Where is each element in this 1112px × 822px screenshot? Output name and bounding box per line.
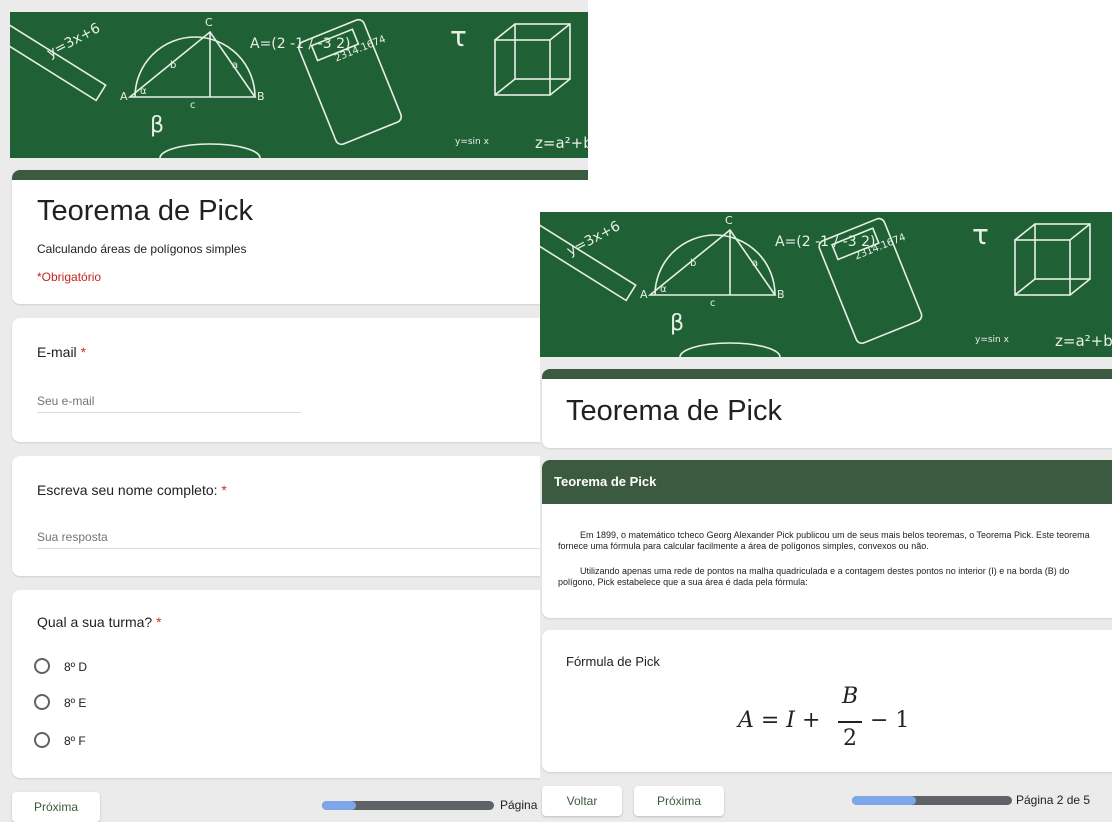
required-asterisk: *	[156, 614, 162, 630]
banner-text: A=(2 -1 / -3 2)	[250, 36, 350, 52]
banner-text: τ	[450, 20, 467, 53]
section-header: Teorema de Pick	[542, 460, 1112, 504]
chalkboard-illustration: y=3x+6 A=(2 -1 / -3 2) τ β C A B b a c α…	[10, 16, 588, 158]
form-page-2: y=3x+6 A=(2 -1 / -3 2) τ β C A B b a c α…	[540, 212, 1112, 822]
progress-fill	[322, 801, 357, 810]
banner-text: τ	[972, 218, 989, 251]
progress-bar	[322, 801, 494, 810]
radio-label-8e[interactable]: 8º E	[64, 696, 86, 710]
name-question-card: Escreva seu nome completo: * Sua respost…	[12, 456, 588, 576]
form-description: Calculando áreas de polígonos simples	[37, 242, 247, 256]
header-banner: y=3x+6 A=(2 -1 / -3 2) τ β C A B b a c α…	[540, 212, 1112, 357]
required-asterisk: *	[80, 344, 87, 360]
header-banner: y=3x+6 A=(2 -1 / -3 2) τ β C A B b a c α…	[10, 12, 588, 158]
formula-label: Fórmula de Pick	[566, 654, 660, 669]
banner-text: α	[140, 86, 147, 97]
formula-lhs: A = I +	[738, 708, 821, 733]
chalkboard-illustration: y=3x+6 A=(2 -1 / -3 2) τ β C A B b a c α…	[540, 214, 1112, 357]
page-indicator: Página 2 de 5	[1016, 793, 1091, 807]
section-paragraph-1: Em 1899, o matemático tcheco Georg Alexa…	[558, 530, 1090, 551]
section-paragraph-2: Utilizando apenas uma rede de pontos na …	[558, 566, 1070, 587]
radio-label-8d[interactable]: 8º D	[64, 660, 87, 674]
form-title: Teorema de Pick	[566, 395, 782, 427]
banner-text: z=a²+b	[1055, 332, 1112, 350]
required-asterisk: *	[221, 482, 227, 498]
title-card: Teorema de Pick	[542, 369, 1112, 448]
section-title: Teorema de Pick	[554, 474, 657, 489]
next-button[interactable]: Próxima	[12, 792, 100, 822]
section-card: Teorema de Pick Em 1899, o matemático tc…	[542, 460, 1112, 618]
banner-text: a	[232, 60, 238, 71]
banner-text: y=3x+6	[564, 218, 623, 259]
formula-card: Fórmula de Pick A = I + B 2 − 1	[542, 630, 1112, 772]
banner-text: y=sin x	[975, 335, 1010, 345]
formula-numerator: B	[842, 684, 859, 709]
radio-8f[interactable]	[34, 732, 50, 748]
radio-label-8f[interactable]: 8º F	[64, 734, 86, 748]
radio-8d[interactable]	[34, 658, 50, 674]
fraction-bar	[838, 721, 862, 723]
banner-text: c	[710, 298, 716, 309]
theme-accent-bar	[542, 369, 1112, 379]
email-label: E-mail *	[37, 344, 86, 360]
banner-text: c	[190, 100, 196, 111]
banner-text: y=3x+6	[44, 20, 103, 61]
banner-text: C	[205, 16, 213, 29]
next-button[interactable]: Próxima	[634, 786, 724, 816]
banner-text: B	[777, 288, 785, 301]
banner-text: a	[752, 258, 758, 269]
email-question-card: E-mail * Seu e-mail	[12, 318, 588, 442]
theme-accent-bar	[12, 170, 588, 180]
required-note: *Obrigatório	[37, 270, 102, 284]
form-title: Teorema de Pick	[37, 195, 253, 227]
banner-text: A	[640, 288, 648, 301]
banner-text: y=sin x	[455, 137, 490, 147]
banner-text: A=(2 -1 / -3 2)	[775, 234, 875, 250]
formula-denominator: 2	[843, 726, 857, 751]
email-label-text: E-mail	[37, 344, 77, 360]
name-label: Escreva seu nome completo: *	[37, 482, 227, 498]
banner-text: β	[670, 311, 684, 336]
title-card: Teorema de Pick Calculando áreas de polí…	[12, 170, 588, 304]
radio-8e[interactable]	[34, 694, 50, 710]
formula-tail: − 1	[870, 708, 910, 733]
banner-text: B	[257, 90, 265, 103]
progress-fill	[852, 796, 916, 805]
banner-text: β	[150, 113, 164, 138]
banner-text: A	[120, 90, 128, 103]
name-field[interactable]: Sua resposta	[37, 530, 588, 549]
banner-text: α	[660, 284, 667, 295]
class-question-card: Qual a sua turma? * 8º D 8º E 8º F	[12, 590, 588, 778]
formula: A = I + B 2 − 1	[738, 678, 928, 758]
name-label-text: Escreva seu nome completo:	[37, 482, 218, 498]
class-label-text: Qual a sua turma?	[37, 614, 153, 630]
progress-bar	[852, 796, 1012, 805]
email-field[interactable]: Seu e-mail	[37, 394, 301, 413]
banner-text: z=a²+b	[535, 134, 588, 152]
banner-text: b	[690, 258, 696, 269]
form-page-1: y=3x+6 A=(2 -1 / -3 2) τ β C A B b a c α…	[0, 0, 588, 822]
back-button[interactable]: Voltar	[542, 786, 622, 816]
banner-text: C	[725, 214, 733, 227]
class-label: Qual a sua turma? *	[37, 614, 162, 630]
banner-text: b	[170, 60, 176, 71]
page-indicator: Página	[500, 798, 538, 812]
